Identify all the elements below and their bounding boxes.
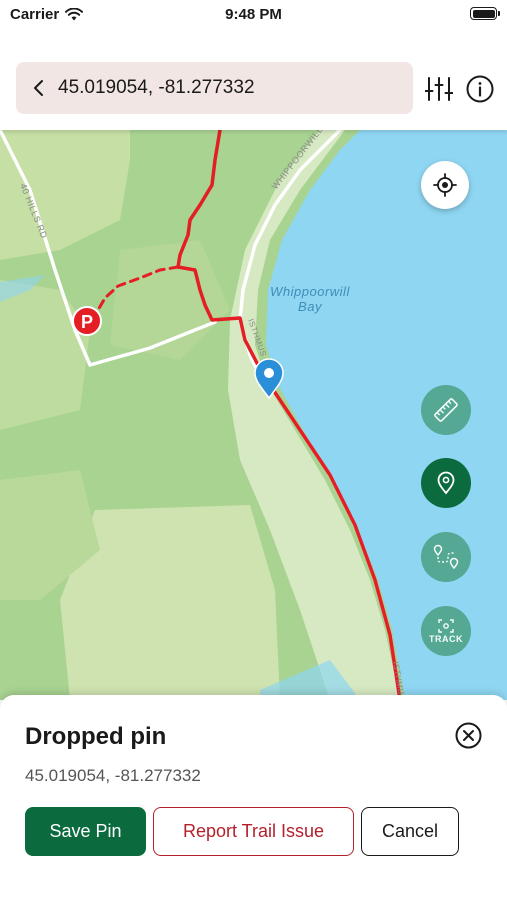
track-icon: [438, 618, 454, 633]
battery-icon: [470, 7, 500, 20]
map-label-bay-line2: Bay: [298, 299, 323, 314]
report-trail-issue-button[interactable]: Report Trail Issue: [153, 807, 354, 856]
sheet-coordinates: 45.019054, -81.277332: [25, 766, 201, 785]
ruler-icon: [434, 398, 458, 422]
map-view[interactable]: 40 HILLS RD WHIPPOORWILL R Whippoorwill …: [0, 130, 507, 700]
drop-pin-button[interactable]: [421, 458, 471, 508]
track-label: TRACK: [429, 633, 463, 644]
locate-me-button[interactable]: [421, 161, 469, 209]
map-pin-icon: [437, 471, 455, 495]
search-value[interactable]: 45.019054, -81.277332: [58, 77, 255, 99]
search-bar[interactable]: 45.019054, -81.277332: [16, 62, 413, 114]
sliders-icon[interactable]: [425, 76, 453, 102]
parking-letter: P: [81, 312, 93, 332]
info-icon[interactable]: [466, 75, 494, 103]
cancel-button[interactable]: Cancel: [361, 807, 459, 856]
status-time: 9:48 PM: [225, 6, 282, 23]
status-bar: Carrier 9:48 PM: [0, 0, 507, 30]
map-label-bay-line1: Whippoorwill: [270, 284, 350, 299]
close-icon[interactable]: [455, 722, 482, 749]
top-bar: 45.019054, -81.277332: [0, 30, 507, 130]
save-pin-button[interactable]: Save Pin: [25, 807, 146, 856]
measure-button[interactable]: [421, 385, 471, 435]
chevron-left-icon[interactable]: [30, 79, 48, 97]
parking-marker[interactable]: P: [72, 306, 102, 336]
track-button[interactable]: TRACK: [421, 606, 471, 656]
crosshair-icon: [433, 173, 457, 197]
route-icon: [433, 544, 459, 570]
route-button[interactable]: [421, 532, 471, 582]
sheet-title: Dropped pin: [25, 723, 167, 750]
dropped-pin-sheet: Dropped pin 45.019054, -81.277332 Save P…: [0, 695, 507, 900]
